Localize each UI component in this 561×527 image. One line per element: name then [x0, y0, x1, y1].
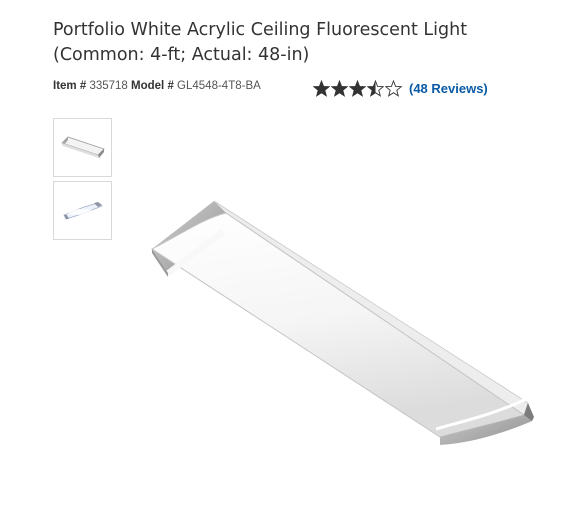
fluorescent-light-fixture-image — [150, 200, 534, 445]
product-title-line-2: (Common: 4-ft; Actual: 48-in) — [53, 45, 310, 65]
thumbnail-2[interactable] — [53, 181, 112, 240]
product-title: Portfolio White Acrylic Ceiling Fluoresc… — [53, 18, 553, 68]
model-number-label: Model # — [131, 80, 174, 92]
star-icon — [313, 80, 330, 97]
star-icon — [385, 80, 402, 97]
star-icon — [367, 80, 384, 97]
model-number-value: GL4548-4T8-BA — [177, 80, 261, 92]
light-fixture-lit-thumbnail-icon — [63, 202, 103, 220]
product-title-line-1: Portfolio White Acrylic Ceiling Fluoresc… — [53, 20, 468, 40]
star-icon — [349, 80, 366, 97]
thumbnail-1[interactable] — [53, 118, 112, 177]
star-rating — [313, 80, 403, 97]
star-icon — [331, 80, 348, 97]
light-fixture-thumbnail-icon — [61, 136, 105, 158]
rating-summary[interactable]: (48 Reviews) — [313, 80, 488, 97]
item-number-label: Item # — [53, 80, 87, 92]
product-identifiers: Item # 335718 Model # GL4548-4T8-BA — [53, 80, 261, 92]
item-number-value: 335718 — [89, 80, 128, 92]
reviews-link[interactable]: (48 Reviews) — [409, 81, 488, 96]
